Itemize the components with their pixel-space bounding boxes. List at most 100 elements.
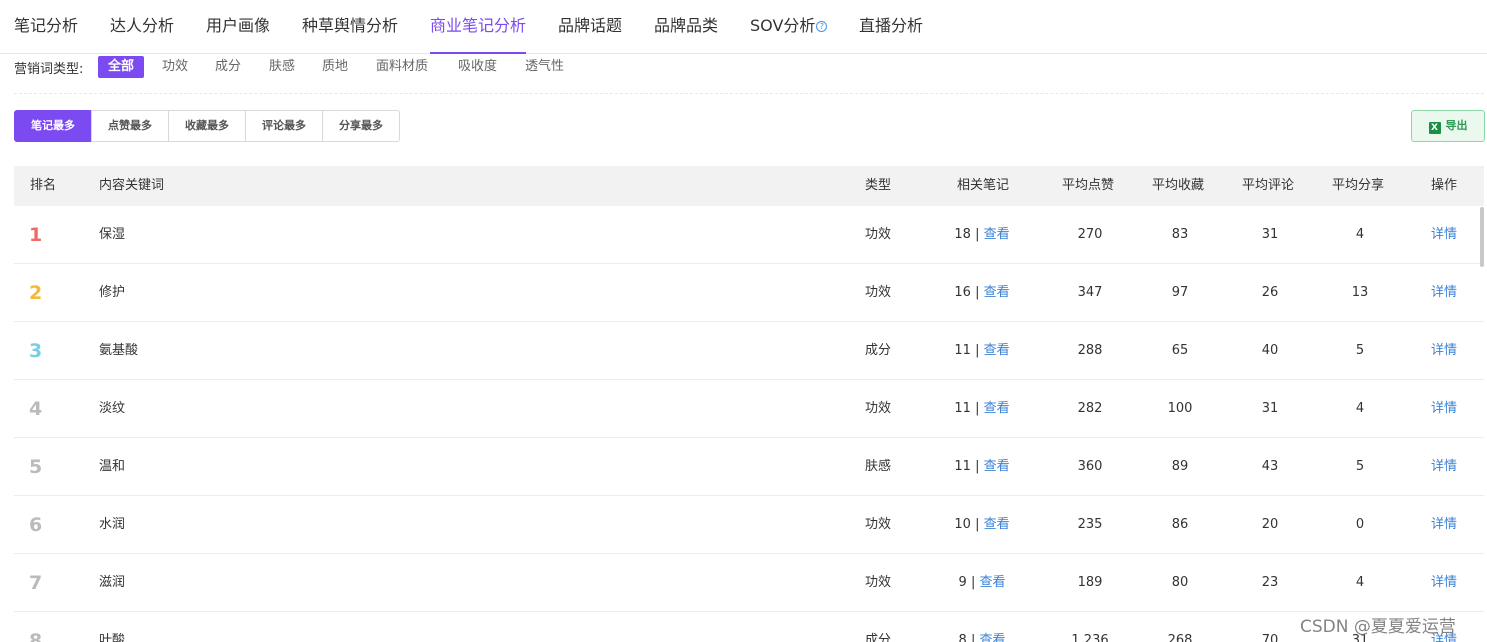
avg-shares-cell: 4	[1355, 227, 1365, 242]
table-body: 1 保湿 功效 18 | 查看 270 83 31 4 详情 2 修护 功效 16 | 查看 347 97 2…	[14, 206, 1484, 642]
avg-comments-cell: 31	[1261, 401, 1279, 416]
type-cell: 成分	[865, 343, 892, 358]
avg-comments-cell: 26	[1261, 285, 1279, 300]
avg-likes-cell: 288	[1077, 343, 1103, 358]
view-notes-link[interactable]: 查看	[984, 285, 1010, 300]
header-related-notes: 相关笔记	[957, 178, 1010, 193]
sort-most-favorites-button[interactable]: 收藏最多	[168, 110, 246, 142]
filter-chip-absorption[interactable]: 吸收度	[458, 56, 497, 78]
tab-note-analysis[interactable]: 笔记分析	[14, 0, 78, 54]
help-icon[interactable]: ?	[816, 21, 828, 32]
avg-comments-cell: 70	[1261, 633, 1279, 642]
detail-link[interactable]: 详情	[1431, 264, 1457, 322]
header-avg-comments: 平均评论	[1242, 178, 1295, 193]
avg-shares-cell: 0	[1355, 517, 1365, 532]
top-nav: 笔记分析 达人分析 用户画像 种草舆情分析 商业笔记分析 品牌话题 品牌品类 S…	[0, 0, 1487, 54]
keyword-cell: 温和	[99, 459, 126, 474]
avg-favorites-cell: 86	[1171, 517, 1189, 532]
divider	[14, 93, 1484, 94]
scrollbar-track[interactable]	[1479, 206, 1485, 642]
related-notes-cell: 18 | 查看	[932, 206, 1032, 264]
table-row: 3 氨基酸 成分 11 | 查看 288 65 40 5 详情	[14, 322, 1484, 380]
sort-most-notes-button[interactable]: 笔记最多	[14, 110, 92, 142]
type-cell: 功效	[865, 575, 892, 590]
related-notes-cell: 11 | 查看	[932, 380, 1032, 438]
view-notes-link[interactable]: 查看	[984, 227, 1010, 242]
header-type: 类型	[865, 178, 892, 193]
rank-number: 7	[29, 572, 43, 594]
detail-link[interactable]: 详情	[1431, 438, 1457, 496]
type-cell: 肤感	[865, 459, 892, 474]
filter-chip-skin-feel[interactable]: 肤感	[269, 56, 295, 78]
tab-kol-analysis[interactable]: 达人分析	[110, 0, 174, 54]
view-notes-link[interactable]: 查看	[984, 343, 1010, 358]
avg-favorites-cell: 80	[1171, 575, 1189, 590]
header-avg-likes: 平均点赞	[1062, 178, 1115, 193]
related-notes-cell: 9 | 查看	[932, 554, 1032, 612]
view-notes-link[interactable]: 查看	[984, 517, 1010, 532]
tab-user-portrait[interactable]: 用户画像	[206, 0, 270, 54]
view-notes-link[interactable]: 查看	[984, 459, 1010, 474]
avg-comments-cell: 40	[1261, 343, 1279, 358]
table-row: 1 保湿 功效 18 | 查看 270 83 31 4 详情	[14, 206, 1484, 264]
related-notes-cell: 10 | 查看	[932, 496, 1032, 554]
tab-brand-category[interactable]: 品牌品类	[654, 0, 718, 54]
keyword-cell: 淡纹	[99, 401, 126, 416]
view-notes-link[interactable]: 查看	[979, 633, 1005, 642]
filter-chip-all[interactable]: 全部	[98, 56, 145, 78]
avg-comments-cell: 43	[1261, 459, 1279, 474]
avg-favorites-cell: 100	[1167, 401, 1193, 416]
header-avg-shares: 平均分享	[1332, 178, 1385, 193]
table-row: 5 温和 肤感 11 | 查看 360 89 43 5 详情	[14, 438, 1484, 496]
avg-likes-cell: 360	[1077, 459, 1103, 474]
separator: |	[975, 227, 980, 242]
filter-chip-fabric[interactable]: 面料材质	[376, 56, 428, 78]
keyword-cell: 叶酸	[99, 633, 126, 642]
detail-link[interactable]: 详情	[1431, 322, 1457, 380]
notes-count: 11	[954, 459, 971, 474]
filter-label: 营销词类型:	[14, 62, 84, 77]
avg-favorites-cell: 65	[1171, 343, 1189, 358]
rank-number: 5	[29, 456, 43, 478]
watermark: CSDN @夏夏爱运营	[1300, 617, 1456, 637]
view-notes-link[interactable]: 查看	[984, 401, 1010, 416]
detail-link[interactable]: 详情	[1431, 380, 1457, 438]
detail-link[interactable]: 详情	[1431, 554, 1457, 612]
notes-count: 10	[954, 517, 971, 532]
avg-favorites-cell: 89	[1171, 459, 1189, 474]
scrollbar-thumb[interactable]	[1480, 207, 1484, 267]
notes-count: 11	[954, 343, 971, 358]
tab-live-analysis[interactable]: 直播分析	[859, 0, 923, 54]
keyword-table: 排名 内容关键词 类型 相关笔记 平均点赞 平均收藏 平均评论 平均分享 操作 …	[14, 166, 1484, 642]
tab-sov-analysis[interactable]: SOV分析?	[750, 0, 828, 54]
type-cell: 功效	[865, 227, 892, 242]
filter-chip-efficacy[interactable]: 功效	[162, 56, 188, 78]
avg-shares-cell: 5	[1355, 459, 1365, 474]
tab-commercial-note-analysis[interactable]: 商业笔记分析	[430, 0, 527, 54]
header-rank: 排名	[30, 178, 57, 193]
avg-favorites-cell: 83	[1171, 227, 1189, 242]
type-cell: 功效	[865, 517, 892, 532]
filter-chip-ingredient[interactable]: 成分	[215, 56, 241, 78]
keyword-cell: 水润	[99, 517, 126, 532]
keyword-cell: 保湿	[99, 227, 126, 242]
avg-likes-cell: 235	[1077, 517, 1103, 532]
detail-link[interactable]: 详情	[1431, 206, 1457, 264]
filter-chip-breathability[interactable]: 透气性	[525, 56, 564, 78]
separator: |	[975, 517, 980, 532]
related-notes-cell: 11 | 查看	[932, 438, 1032, 496]
avg-comments-cell: 23	[1261, 575, 1279, 590]
sort-most-likes-button[interactable]: 点赞最多	[91, 110, 169, 142]
separator: |	[970, 575, 976, 590]
notes-count: 8	[958, 633, 967, 642]
view-notes-link[interactable]: 查看	[979, 575, 1005, 590]
sort-most-comments-button[interactable]: 评论最多	[245, 110, 323, 142]
detail-link[interactable]: 详情	[1431, 496, 1457, 554]
filter-chip-texture[interactable]: 质地	[322, 56, 348, 78]
tab-sentiment-analysis[interactable]: 种草舆情分析	[302, 0, 398, 54]
keyword-cell: 修护	[99, 285, 126, 300]
rank-number: 6	[29, 514, 43, 536]
sort-most-shares-button[interactable]: 分享最多	[322, 110, 400, 142]
tab-brand-topics[interactable]: 品牌话题	[558, 0, 622, 54]
export-button[interactable]: X 导出	[1411, 110, 1485, 142]
